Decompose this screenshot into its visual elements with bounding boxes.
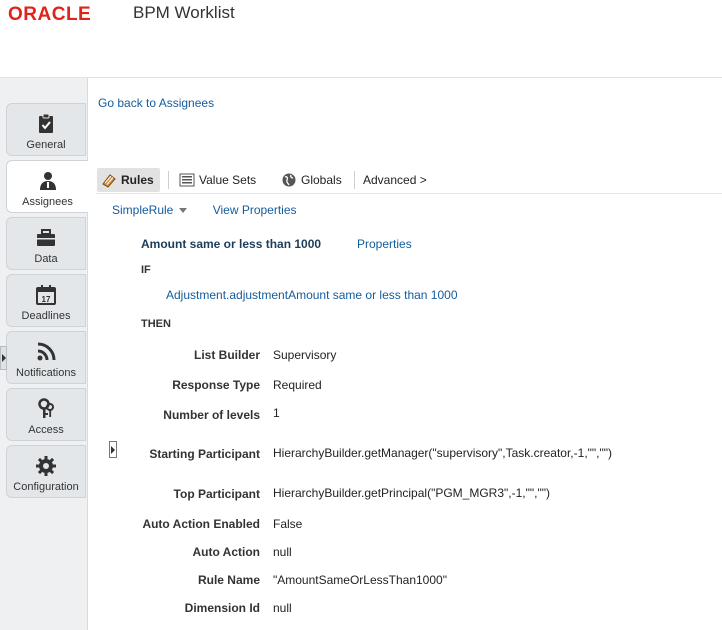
briefcase-icon	[37, 229, 55, 246]
expand-participant-toggle[interactable]	[109, 441, 117, 458]
rules-tab[interactable]: Rules	[97, 168, 160, 192]
calendar-day-number: 17	[42, 295, 51, 304]
clipboard-check-icon	[39, 113, 53, 133]
tab-data[interactable]: Data	[6, 217, 86, 270]
rss-icon	[37, 342, 56, 361]
tab-assignees-label: Assignees	[22, 196, 73, 208]
globals-tab-label: Globals	[301, 173, 342, 187]
rules-toolbar: Rules Value Sets Globals Advanced >	[96, 166, 722, 194]
tab-general[interactable]: General	[6, 103, 86, 156]
tab-deadlines-label: Deadlines	[21, 310, 71, 322]
prop-label-response-type: Response Type	[172, 378, 260, 392]
tab-data-label: Data	[34, 253, 58, 265]
prop-label-dimension-id: Dimension Id	[184, 601, 260, 615]
oracle-logo: ORACLE	[8, 4, 92, 25]
tab-general-label: General	[26, 139, 66, 151]
advanced-button[interactable]: Advanced >	[339, 168, 427, 192]
tab-notifications[interactable]: Notifications	[6, 331, 86, 384]
prop-value-auto-action-enabled[interactable]: False	[273, 517, 302, 531]
collapse-panel-handle[interactable]	[0, 346, 7, 370]
app-title: BPM Worklist	[133, 3, 235, 22]
tab-configuration-label: Configuration	[13, 481, 79, 493]
list-icon	[179, 173, 195, 187]
tab-assignees[interactable]: Assignees	[6, 160, 89, 213]
prop-label-auto-action: Auto Action	[192, 545, 260, 559]
rules-tab-label: Rules	[121, 173, 154, 187]
back-to-assignees-link[interactable]: Go back to Assignees	[98, 96, 214, 110]
globe-icon	[282, 173, 296, 187]
rule-condition-link[interactable]: Adjustment.adjustmentAmount same or less…	[166, 288, 458, 302]
left-nav: General Assignees Data 17 Deadlines Noti…	[0, 78, 89, 630]
tab-notifications-label: Notifications	[16, 367, 76, 379]
prop-value-top-participant[interactable]: HierarchyBuilder.getPrincipal("PGM_MGR3"…	[273, 486, 550, 500]
globals-tab[interactable]: Globals	[277, 168, 342, 192]
main-content: Go back to Assignees Rules Value Sets Gl…	[88, 78, 722, 630]
app-header: ORACLE BPM Worklist	[0, 0, 722, 78]
prop-value-rule-name[interactable]: "AmountSameOrLessThan1000"	[273, 573, 447, 587]
keys-icon	[38, 398, 54, 418]
value-sets-tab-label: Value Sets	[199, 173, 257, 187]
prop-value-starting-participant[interactable]: HierarchyBuilder.getManager("supervisory…	[273, 446, 612, 460]
calendar-icon: 17	[36, 285, 56, 305]
tab-configuration[interactable]: Configuration	[6, 445, 86, 498]
prop-label-list-builder: List Builder	[193, 348, 260, 362]
view-properties-link[interactable]: View Properties	[213, 203, 297, 217]
prop-value-auto-action[interactable]: null	[273, 545, 292, 559]
rule-selector-label: SimpleRule	[112, 203, 174, 217]
prop-value-response-type[interactable]: Required	[273, 378, 322, 392]
tab-access[interactable]: Access	[6, 388, 86, 441]
gear-icon	[36, 456, 56, 476]
prop-value-list-builder[interactable]: Supervisory	[273, 348, 336, 362]
value-sets-tab[interactable]: Value Sets	[175, 168, 256, 192]
prop-label-top-participant: Top Participant	[173, 487, 260, 501]
rule-subbar: SimpleRule View Properties	[112, 203, 297, 217]
rules-book-icon	[102, 174, 116, 188]
person-icon	[39, 172, 56, 190]
advanced-button-label: Advanced >	[363, 173, 427, 187]
chevron-down-icon	[179, 208, 188, 214]
then-label: THEN	[141, 318, 171, 330]
toolbar-separator	[168, 171, 169, 189]
prop-label-auto-action-enabled: Auto Action Enabled	[142, 517, 260, 531]
tab-deadlines[interactable]: 17 Deadlines	[6, 274, 86, 327]
tab-access-label: Access	[28, 424, 64, 436]
if-label: IF	[141, 264, 151, 276]
rule-selector-dropdown[interactable]: SimpleRule	[112, 203, 188, 217]
prop-value-dimension-id[interactable]: null	[273, 601, 292, 615]
prop-value-number-of-levels[interactable]: 1	[273, 406, 280, 420]
prop-label-number-of-levels: Number of levels	[163, 408, 260, 422]
prop-label-starting-participant: Starting Participant	[149, 447, 260, 461]
rule-title: Amount same or less than 1000	[141, 237, 322, 251]
rule-properties-link[interactable]: Properties	[357, 237, 412, 251]
prop-label-rule-name: Rule Name	[197, 573, 260, 587]
